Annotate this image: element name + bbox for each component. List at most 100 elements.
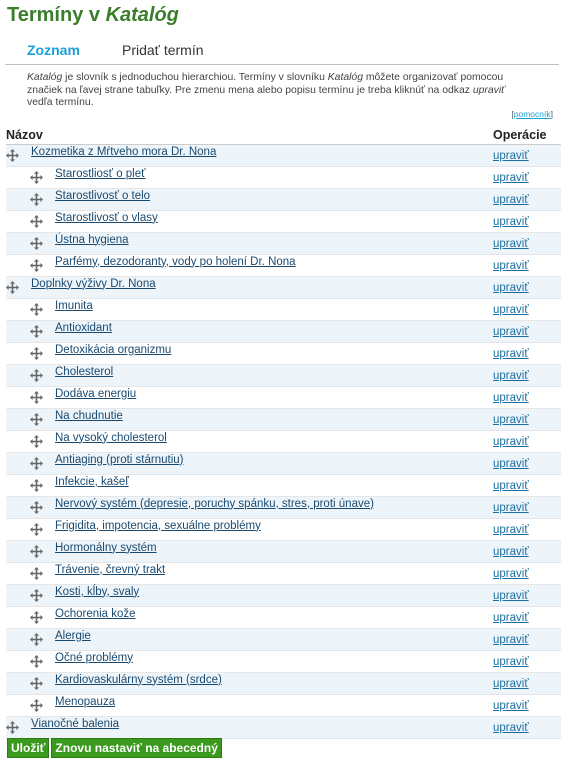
term-link[interactable]: Kosti, kĺby, svaly (55, 586, 139, 598)
move-arrows-icon[interactable] (30, 193, 43, 206)
edit-term-link[interactable]: upraviť (493, 326, 529, 338)
edit-term-link[interactable]: upraviť (493, 238, 529, 250)
move-arrows-icon[interactable] (30, 237, 43, 250)
term-operations-cell: upraviť (493, 254, 561, 277)
edit-term-link[interactable]: upraviť (493, 546, 529, 558)
edit-term-link[interactable]: upraviť (493, 722, 529, 734)
title-prefix: Termíny v (7, 4, 106, 26)
move-arrows-icon[interactable] (30, 545, 43, 558)
edit-term-link[interactable]: upraviť (493, 436, 529, 448)
move-arrows-icon[interactable] (30, 457, 43, 470)
move-arrows-icon[interactable] (30, 479, 43, 492)
term-operations-cell: upraviť (493, 298, 561, 321)
edit-term-link[interactable]: upraviť (493, 348, 529, 360)
term-link[interactable]: Očné problémy (55, 652, 133, 664)
term-link[interactable]: Frigidita, impotencia, sexuálne problémy (55, 520, 261, 532)
edit-term-link[interactable]: upraviť (493, 590, 529, 602)
move-arrows-icon[interactable] (6, 149, 19, 162)
edit-term-link[interactable]: upraviť (493, 216, 529, 228)
edit-term-link[interactable]: upraviť (493, 392, 529, 404)
term-name-cell: Parfémy, dezodoranty, vody po holení Dr.… (6, 254, 493, 277)
term-name-cell: Alergie (6, 628, 493, 651)
edit-term-link[interactable]: upraviť (493, 700, 529, 712)
term-link[interactable]: Na vysoký cholesterol (55, 432, 167, 444)
edit-term-link[interactable]: upraviť (493, 634, 529, 646)
term-link[interactable]: Vianočné balenia (31, 718, 119, 730)
edit-term-link[interactable]: upraviť (493, 568, 529, 580)
move-arrows-icon[interactable] (30, 633, 43, 646)
term-link[interactable]: Parfémy, dezodoranty, vody po holení Dr.… (55, 256, 296, 268)
term-link[interactable]: Doplnky výživy Dr. Nona (31, 278, 156, 290)
title-vocabulary-name: Katalóg (105, 4, 179, 26)
term-link[interactable]: Antiaging (proti stárnutiu) (55, 454, 183, 466)
move-arrows-icon[interactable] (30, 259, 43, 272)
move-arrows-icon[interactable] (30, 325, 43, 338)
term-name-cell: Imunita (6, 298, 493, 321)
move-arrows-icon[interactable] (30, 655, 43, 668)
term-link[interactable]: Kardiovaskulárny systém (srdce) (55, 674, 222, 686)
edit-term-link[interactable]: upraviť (493, 502, 529, 514)
edit-term-link[interactable]: upraviť (493, 656, 529, 668)
move-arrows-icon[interactable] (30, 303, 43, 316)
terms-table-body: Kozmetika z Mŕtveho mora Dr. Nona upraviť… (6, 144, 561, 739)
term-operations-cell: upraviť (493, 452, 561, 475)
move-arrows-icon[interactable] (30, 611, 43, 624)
edit-term-link[interactable]: upraviť (493, 150, 529, 162)
move-arrows-icon[interactable] (30, 699, 43, 712)
move-arrows-icon[interactable] (30, 171, 43, 184)
tab-add-term[interactable]: Pridať termín (122, 42, 204, 58)
term-link[interactable]: Nervový systém (depresie, poruchy spánku… (55, 498, 374, 510)
term-link[interactable]: Dodáva energiu (55, 388, 136, 400)
term-link[interactable]: Detoxikácia organizmu (55, 344, 171, 356)
term-link[interactable]: Starostlivosť o telo (55, 190, 150, 202)
term-link[interactable]: Ochorenia kože (55, 608, 136, 620)
edit-term-link[interactable]: upraviť (493, 304, 529, 316)
move-arrows-icon[interactable] (30, 501, 43, 514)
move-arrows-icon[interactable] (30, 347, 43, 360)
edit-term-link[interactable]: upraviť (493, 260, 529, 272)
term-link[interactable]: Alergie (55, 630, 91, 642)
reset-alphabetical-button[interactable]: Znovu nastaviť na abecedný (51, 738, 222, 758)
edit-term-link[interactable]: upraviť (493, 414, 529, 426)
term-link[interactable]: Kozmetika z Mŕtveho mora Dr. Nona (31, 146, 216, 158)
move-arrows-icon[interactable] (30, 589, 43, 602)
term-operations-cell: upraviť (493, 408, 561, 431)
term-link[interactable]: Ústna hygiena (55, 234, 129, 246)
term-link[interactable]: Cholesterol (55, 366, 113, 378)
move-arrows-icon[interactable] (6, 721, 19, 734)
term-link[interactable]: Infekcie, kašeľ (55, 476, 129, 488)
move-arrows-icon[interactable] (30, 369, 43, 382)
move-arrows-icon[interactable] (30, 391, 43, 404)
term-link[interactable]: Menopauza (55, 696, 115, 708)
term-link[interactable]: Starostlivosť o vlasy (55, 212, 158, 224)
term-link[interactable]: Antioxidant (55, 322, 112, 334)
term-operations-cell: upraviť (493, 188, 561, 211)
edit-term-link[interactable]: upraviť (493, 282, 529, 294)
save-button[interactable]: Uložiť (7, 738, 50, 758)
move-arrows-icon[interactable] (30, 567, 43, 580)
edit-term-link[interactable]: upraviť (493, 172, 529, 184)
term-link[interactable]: Imunita (55, 300, 93, 312)
edit-term-link[interactable]: upraviť (493, 678, 529, 690)
term-link[interactable]: Trávenie, črevný trakt (55, 564, 165, 576)
move-arrows-icon[interactable] (30, 435, 43, 448)
edit-term-link[interactable]: upraviť (493, 480, 529, 492)
edit-term-link[interactable]: upraviť (493, 612, 529, 624)
table-row: Menopauza upraviť (6, 694, 561, 717)
move-arrows-icon[interactable] (30, 413, 43, 426)
edit-term-link[interactable]: upraviť (493, 194, 529, 206)
edit-term-link[interactable]: upraviť (493, 370, 529, 382)
move-arrows-icon[interactable] (30, 215, 43, 228)
term-name-cell: Očné problémy (6, 650, 493, 673)
more-help-link[interactable]: pomocník (514, 109, 551, 119)
term-link[interactable]: Starostliosť o pleť (55, 168, 145, 180)
term-link[interactable]: Na chudnutie (55, 410, 123, 422)
term-name-cell: Ústna hygiena (6, 232, 493, 255)
move-arrows-icon[interactable] (30, 523, 43, 536)
move-arrows-icon[interactable] (30, 677, 43, 690)
edit-term-link[interactable]: upraviť (493, 524, 529, 536)
term-link[interactable]: Hormonálny systém (55, 542, 157, 554)
edit-term-link[interactable]: upraviť (493, 458, 529, 470)
tab-list[interactable]: Zoznam (27, 42, 80, 58)
move-arrows-icon[interactable] (6, 281, 19, 294)
